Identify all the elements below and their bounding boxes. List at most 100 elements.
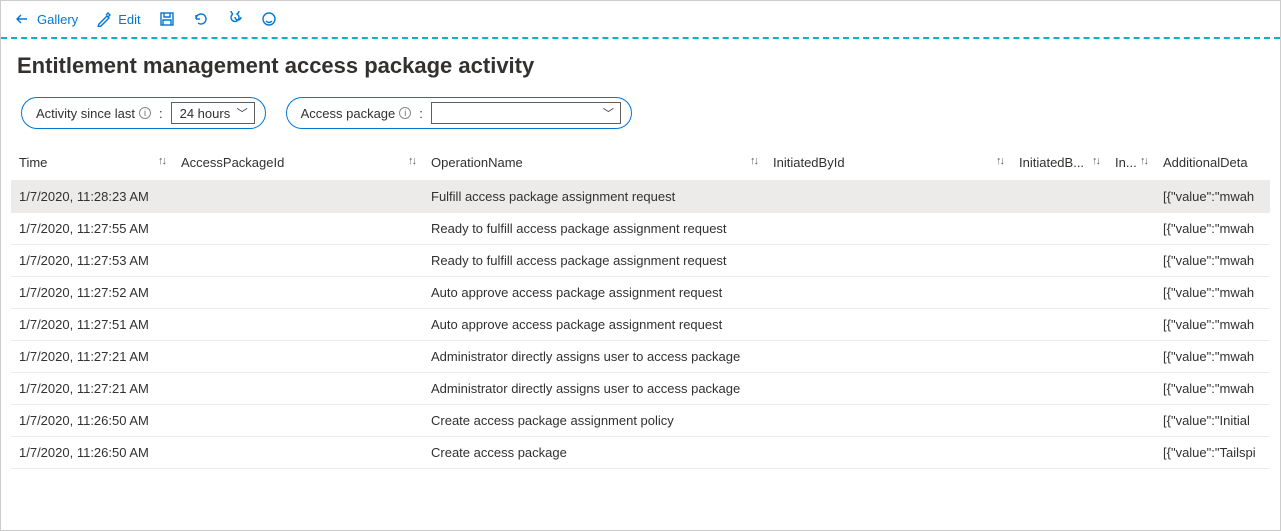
cell-op: Fulfill access package assignment reques… <box>423 181 765 213</box>
cell-time: 1/7/2020, 11:27:55 AM <box>11 213 173 245</box>
cell-ibid <box>765 213 1011 245</box>
cell-ibid <box>765 405 1011 437</box>
cell-apid <box>173 213 423 245</box>
sort-icon: ↑↓ <box>158 155 165 167</box>
cell-ib <box>1011 309 1107 341</box>
cell-ibid <box>765 181 1011 213</box>
cell-apid <box>173 341 423 373</box>
chevron-down-icon: ﹀ <box>603 105 614 121</box>
cell-ib <box>1011 437 1107 469</box>
cell-add: [{"value":"mwah <box>1155 245 1270 277</box>
gallery-button[interactable]: Gallery <box>15 11 78 27</box>
col-time[interactable]: Time ↑↓ <box>11 147 173 181</box>
activity-since-label: Activity since last i <box>36 106 151 121</box>
edit-label: Edit <box>118 12 140 27</box>
col-in[interactable]: In... ↑↓ <box>1107 147 1155 181</box>
feedback-button[interactable] <box>261 11 277 27</box>
info-icon: i <box>399 107 411 119</box>
sort-icon: ↑↓ <box>408 155 415 167</box>
cell-in <box>1107 405 1155 437</box>
cell-apid <box>173 277 423 309</box>
cell-op: Ready to fulfill access package assignme… <box>423 245 765 277</box>
filter-bar: Activity since last i : 24 hours ﹀ Acces… <box>1 97 1280 147</box>
cell-apid <box>173 437 423 469</box>
cell-op: Administrator directly assigns user to a… <box>423 373 765 405</box>
access-package-filter[interactable]: Access package i : ﹀ <box>286 97 632 129</box>
col-initiated-by-id[interactable]: InitiatedById ↑↓ <box>765 147 1011 181</box>
cell-apid <box>173 405 423 437</box>
arrow-left-icon <box>15 11 31 27</box>
clone-icon <box>227 11 243 27</box>
cell-ibid <box>765 437 1011 469</box>
sort-icon: ↑↓ <box>1140 155 1147 167</box>
cell-ibid <box>765 245 1011 277</box>
access-package-dropdown[interactable]: ﹀ <box>431 102 621 124</box>
clone-button[interactable] <box>227 11 243 27</box>
cell-ib <box>1011 213 1107 245</box>
cell-add: [{"value":"mwah <box>1155 181 1270 213</box>
cell-time: 1/7/2020, 11:27:52 AM <box>11 277 173 309</box>
activity-since-filter[interactable]: Activity since last i : 24 hours ﹀ <box>21 97 266 129</box>
info-icon: i <box>139 107 151 119</box>
sort-icon: ↑↓ <box>996 155 1003 167</box>
table-row[interactable]: 1/7/2020, 11:27:21 AMAdministrator direc… <box>11 373 1270 405</box>
cell-time: 1/7/2020, 11:26:50 AM <box>11 437 173 469</box>
cell-time: 1/7/2020, 11:28:23 AM <box>11 181 173 213</box>
cell-in <box>1107 309 1155 341</box>
cell-in <box>1107 277 1155 309</box>
cell-in <box>1107 245 1155 277</box>
refresh-icon <box>193 11 209 27</box>
results-table: Time ↑↓ AccessPackageId ↑↓ OperationName… <box>11 147 1270 469</box>
cell-in <box>1107 341 1155 373</box>
chevron-down-icon: ﹀ <box>237 105 248 121</box>
page-title: Entitlement management access package ac… <box>1 39 1280 97</box>
activity-since-dropdown[interactable]: 24 hours ﹀ <box>171 102 255 124</box>
cell-ibid <box>765 341 1011 373</box>
table-row[interactable]: 1/7/2020, 11:26:50 AMCreate access packa… <box>11 405 1270 437</box>
cell-ib <box>1011 373 1107 405</box>
toolbar: Gallery Edit <box>1 1 1280 39</box>
cell-apid <box>173 309 423 341</box>
cell-op: Create access package assignment policy <box>423 405 765 437</box>
cell-add: [{"value":"mwah <box>1155 373 1270 405</box>
cell-ib <box>1011 245 1107 277</box>
activity-since-value: 24 hours <box>180 106 231 121</box>
col-additional-details[interactable]: AdditionalDeta <box>1155 147 1270 181</box>
cell-apid <box>173 181 423 213</box>
save-button[interactable] <box>159 11 175 27</box>
table-row[interactable]: 1/7/2020, 11:27:51 AMAuto approve access… <box>11 309 1270 341</box>
save-icon <box>159 11 175 27</box>
col-operation-name[interactable]: OperationName ↑↓ <box>423 147 765 181</box>
table-row[interactable]: 1/7/2020, 11:27:53 AMReady to fulfill ac… <box>11 245 1270 277</box>
cell-add: [{"value":"mwah <box>1155 309 1270 341</box>
cell-time: 1/7/2020, 11:27:21 AM <box>11 341 173 373</box>
sort-icon: ↑↓ <box>750 155 757 167</box>
cell-ib <box>1011 341 1107 373</box>
col-access-package-id[interactable]: AccessPackageId ↑↓ <box>173 147 423 181</box>
cell-ibid <box>765 277 1011 309</box>
table-row[interactable]: 1/7/2020, 11:28:23 AM Fulfill access pack… <box>11 181 1270 213</box>
sort-icon: ↑↓ <box>1092 155 1099 167</box>
cell-apid <box>173 373 423 405</box>
cell-add: [{"value":"mwah <box>1155 277 1270 309</box>
table-row[interactable]: 1/7/2020, 11:27:21 AM Administrator direc… <box>11 341 1270 373</box>
results-table-container: Time ↑↓ AccessPackageId ↑↓ OperationName… <box>1 147 1280 469</box>
refresh-button[interactable] <box>193 11 209 27</box>
pencil-icon <box>96 11 112 27</box>
cell-add: [{"value":"Tailspi <box>1155 437 1270 469</box>
table-row[interactable]: 1/7/2020, 11:27:52 AM Auto approve access… <box>11 277 1270 309</box>
table-row[interactable]: 1/7/2020, 11:26:50 AMCreate access packa… <box>11 437 1270 469</box>
cell-op: Auto approve access package assignment r… <box>423 277 765 309</box>
cell-add: [{"value":"mwah <box>1155 341 1270 373</box>
cell-ibid <box>765 309 1011 341</box>
cell-apid <box>173 245 423 277</box>
cell-add: [{"value":"mwah <box>1155 213 1270 245</box>
col-initiated-by[interactable]: InitiatedB... ↑↓ <box>1011 147 1107 181</box>
table-row[interactable]: 1/7/2020, 11:27:55 AM Ready to fulfill ac… <box>11 213 1270 245</box>
cell-ibid <box>765 373 1011 405</box>
cell-op: Ready to fulfill access package assignme… <box>423 213 765 245</box>
edit-button[interactable]: Edit <box>96 11 140 27</box>
access-package-label: Access package i <box>301 106 412 121</box>
cell-op: Administrator directly assigns user to a… <box>423 341 765 373</box>
smiley-icon <box>261 11 277 27</box>
